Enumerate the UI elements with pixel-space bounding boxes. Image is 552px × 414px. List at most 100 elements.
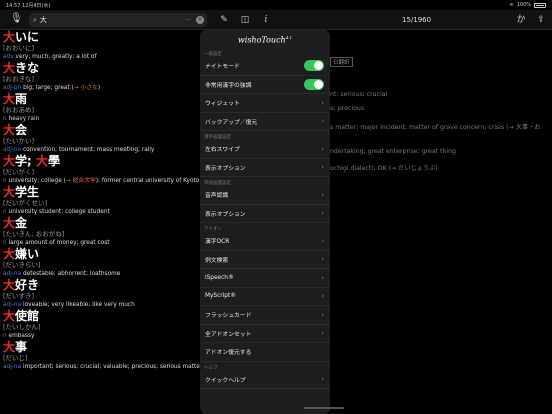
detail-line: nt; serious; crucial <box>330 91 388 98</box>
menu-item-label: 音声認識 <box>205 193 229 200</box>
cross-reference[interactable]: → 総合大学 <box>66 178 96 184</box>
chevron-right-icon: › <box>321 209 324 218</box>
entry-headword: 大きな <box>3 61 40 75</box>
entry-headword: 大会 <box>3 123 28 137</box>
chevron-right-icon: › <box>321 255 324 264</box>
menu-item[interactable]: iSpeech® › <box>200 269 330 288</box>
menu-section-header: 漢字画面設定 <box>204 135 231 140</box>
menu-item[interactable]: 表示オプション › <box>200 159 330 177</box>
entry-headword: 大事 <box>3 340 28 354</box>
entry-headword: 大いに <box>3 30 40 44</box>
microphone-icon[interactable]: 🎙︎ <box>10 13 23 27</box>
list-item[interactable]: 大雨 [おおあめ] n heavy rain <box>0 92 200 123</box>
list-item[interactable]: 大学生 [だいがくせい] n university student; college… <box>0 185 200 216</box>
menu-item[interactable]: 非常用漢字の強調 <box>200 76 330 94</box>
menu-item-label: クイックヘルプ <box>205 377 246 384</box>
entry-reading: [だいすき] <box>3 292 35 300</box>
menu-item-label: バックアップ／復元 <box>205 119 258 126</box>
translate-tag[interactable]: 日翻訳 <box>330 57 353 67</box>
list-item[interactable]: 大事 [だいじ] adj-na important; serious; crucia… <box>0 340 200 371</box>
kana-button[interactable]: か <box>515 14 527 26</box>
toggle-switch[interactable] <box>304 60 324 72</box>
part-of-speech: adj-na <box>3 364 22 370</box>
results-list[interactable]: 大いに [おおいに] adv very; much; greatly; a lot … <box>0 30 200 414</box>
menu-item[interactable]: 全アドオンセット › <box>200 325 330 343</box>
list-item[interactable]: 大金 [たいきん; おおがね] n large amount of money; g… <box>0 216 200 247</box>
menu-item[interactable]: MyScript® › <box>200 288 330 306</box>
menu-section-header: ヘルプ <box>204 365 218 371</box>
toggle-switch[interactable] <box>304 78 324 90</box>
menu-item-label: フラッシュカード <box>205 313 252 320</box>
entry-headword: 大好き <box>3 278 40 292</box>
detail-pane: 日翻訳 nt; serious; crucial e; precious s m… <box>330 30 552 414</box>
entry-gloss: n university; college (→ 総合大学); former c… <box>3 178 200 184</box>
chevron-right-icon: › <box>321 273 324 282</box>
entry-reading: [おおいに] <box>3 44 35 52</box>
entry-gloss: adj-no convention; tournament; mass meet… <box>3 147 155 153</box>
menu-item-label: 左右スワイプ <box>205 147 240 154</box>
status-bar: 14:57 12月4日(水) ≋ 100% <box>0 0 552 10</box>
entry-reading: [おおきな] <box>3 75 35 83</box>
search-options-dots[interactable]: ··· <box>184 16 191 24</box>
chevron-right-icon: › <box>321 236 324 245</box>
menu-section-header: 一般設定 <box>204 52 222 57</box>
search-field[interactable]: ⌕ 大 ··· × <box>29 13 207 27</box>
status-right: ≋ 100% <box>510 2 546 8</box>
menu-item-label: ウィジェット <box>205 101 240 108</box>
search-icon: ⌕ <box>33 15 37 24</box>
menu-item[interactable]: 例文検索 › <box>200 251 330 269</box>
entry-reading: [だいがく] <box>3 168 35 176</box>
entry-gloss: n large amount of money; great cost <box>3 240 110 246</box>
list-item[interactable]: 大会 [たいかい] adj-no convention; tournament; m… <box>0 123 200 154</box>
entry-headword: 大金 <box>3 216 28 230</box>
list-item[interactable]: 大使館 [たいしかん] n embassy <box>0 309 200 340</box>
entry-gloss: adj-na detestable; abhorrent; loathsome <box>3 271 121 277</box>
entry-headword: 大学; 大學 <box>3 154 61 168</box>
entry-reading: [だいがくせい] <box>3 199 48 207</box>
clear-search-icon[interactable]: × <box>196 16 204 24</box>
menu-item-label: 表示オプション <box>205 165 246 172</box>
scroll-indicator <box>304 407 344 409</box>
list-item[interactable]: 大嫌い [だいきらい] adj-na detestable; abhorrent; … <box>0 247 200 278</box>
menu-item[interactable]: 表示オプション › <box>200 205 330 223</box>
search-input[interactable]: 大 <box>40 15 47 25</box>
menu-item[interactable]: 左右スワイプ › <box>200 140 330 159</box>
entry-headword: 大嫌い <box>3 247 40 261</box>
menu-item[interactable]: ウィジェット › <box>200 94 330 113</box>
menu-item-label: MyScript® <box>205 293 237 300</box>
edit-icon[interactable]: ✎ <box>218 14 230 26</box>
detail-line: s matter; major incident; matter of grav… <box>330 124 541 131</box>
cross-reference[interactable]: → 小さな <box>74 85 98 91</box>
list-item[interactable]: 大学; 大學 [だいがく] n university; college (→ 総合大… <box>0 154 200 185</box>
list-item[interactable]: 大好き [だいすき] adj-na loveable; very likeable;… <box>0 278 200 309</box>
entry-reading: [たいかい] <box>3 137 35 145</box>
menu-item[interactable]: フラッシュカード › <box>200 306 330 325</box>
entry-gloss: adv very; much; greatly; a lot of <box>3 54 97 60</box>
entry-gloss: n university student; college student <box>3 209 110 215</box>
menu-item-label: 例文検索 <box>205 257 229 264</box>
menu-item[interactable]: アドオン復元する <box>200 343 330 362</box>
part-of-speech: adj-na <box>3 271 22 277</box>
chevron-right-icon: › <box>321 144 324 153</box>
info-icon[interactable]: i <box>260 14 272 26</box>
entry-reading: [おおあめ] <box>3 106 35 114</box>
share-icon[interactable]: ⇪ <box>535 14 547 26</box>
list-item[interactable]: 大きな [おおきな] adj-pn big; large; great (→ 小さな… <box>0 61 200 92</box>
menu-item[interactable]: バックアップ／復元 › <box>200 113 330 131</box>
list-item[interactable]: 大いに [おおいに] adv very; much; greatly; a lot … <box>0 30 200 61</box>
entry-gloss: adj-na loveable; very likeable; like ver… <box>3 302 135 308</box>
chevron-right-icon: › <box>321 310 324 319</box>
menu-section-header: 単語画面設定 <box>204 181 231 186</box>
entry-reading: [だいきらい] <box>3 261 41 269</box>
menu-item[interactable]: 漢字OCR › <box>200 232 330 251</box>
menu-item[interactable]: ナイトモード <box>200 57 330 76</box>
menu-item[interactable]: 音声認識 › <box>200 186 330 205</box>
menu-section-header: アドオン <box>204 227 222 232</box>
menu-item-label: iSpeech® <box>205 274 234 281</box>
split-view-icon[interactable]: ◫ <box>239 14 251 26</box>
status-time: 14:57 12月4日(水) <box>6 3 51 9</box>
menu-item[interactable]: クイックヘルプ › <box>200 371 330 389</box>
app-logo: wishoTouch4.1 <box>237 35 293 45</box>
menu-item-label: 全アドオンセット <box>205 331 252 338</box>
battery-percent: 100% <box>516 2 531 8</box>
